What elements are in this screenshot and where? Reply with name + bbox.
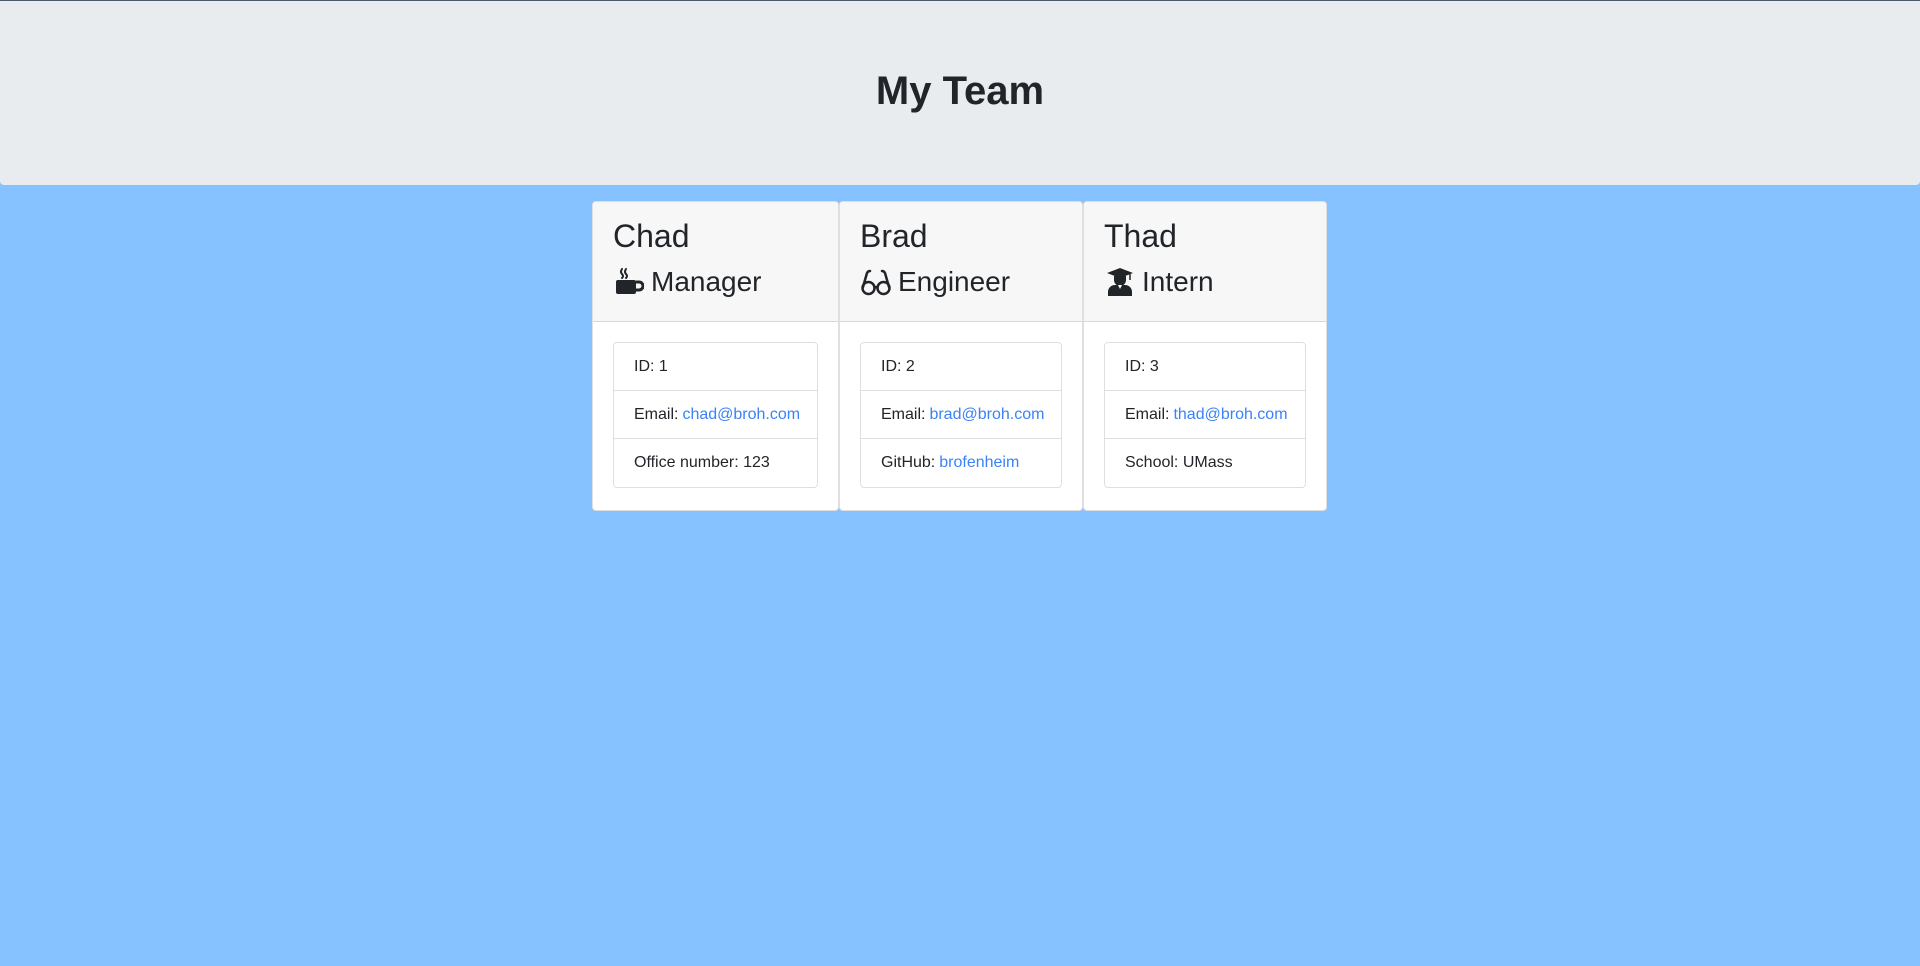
email-link[interactable]: brad@broh.com [929,406,1044,424]
email-link[interactable]: chad@broh.com [682,406,800,424]
email-link[interactable]: thad@broh.com [1173,406,1287,424]
employee-name: Thad [1104,218,1177,254]
glasses-icon [860,266,892,298]
office-number: Office number: 123 [634,454,770,471]
employee-role: Intern [1104,260,1306,304]
email-label: Email: [634,405,679,423]
card-header: Thad Intern [1084,202,1326,322]
card-header: Brad Engineer [840,202,1082,322]
email-label: Email: [1125,405,1170,423]
user-graduate-icon [1104,266,1136,298]
employee-role: Engineer [860,260,1062,304]
employee-details: ID: 2 Email: brad@broh.com GitHub: brofe… [860,342,1062,488]
employee-card-engineer: Brad Engineer ID: 2 Email: brad@broh.com… [839,201,1083,511]
employee-role-label: Engineer [898,266,1011,297]
school: School: UMass [1125,454,1233,471]
card-header: Chad Manager [593,202,838,322]
employee-id: ID: 3 [1105,343,1305,391]
github-link[interactable]: brofenheim [939,454,1019,472]
page-title: My Team [875,68,1045,113]
github-row: GitHub: brofenheim [861,439,1061,487]
mug-hot-icon [613,266,645,298]
employee-email-row: Email: thad@broh.com [1105,391,1305,439]
employee-id: ID: 1 [614,343,817,391]
employee-card-intern: Thad Intern ID: 3 Email: thad@broh.com S… [1083,201,1327,511]
employee-name: Chad [613,218,690,254]
employee-details: ID: 3 Email: thad@broh.com School: UMass [1104,342,1306,488]
card-body: ID: 1 Email: chad@broh.com Office number… [593,322,838,508]
email-label: Email: [881,405,926,423]
employee-email-row: Email: brad@broh.com [861,391,1061,439]
employee-role-label: Manager [651,266,762,297]
team-cards: Chad Manager ID: 1 Email: chad@broh.com … [592,201,1327,511]
employee-email-row: Email: chad@broh.com [614,391,817,439]
jumbotron-header: My Team [0,0,1920,185]
card-body: ID: 3 Email: thad@broh.com School: UMass [1084,322,1326,508]
employee-role: Manager [613,260,818,304]
employee-name: Brad [860,218,928,254]
github-label: GitHub: [881,454,936,471]
employee-details: ID: 1 Email: chad@broh.com Office number… [613,342,818,488]
employee-id: ID: 2 [861,343,1061,391]
employee-role-label: Intern [1142,266,1214,297]
employee-card-manager: Chad Manager ID: 1 Email: chad@broh.com … [592,201,839,511]
card-body: ID: 2 Email: brad@broh.com GitHub: brofe… [840,322,1082,508]
